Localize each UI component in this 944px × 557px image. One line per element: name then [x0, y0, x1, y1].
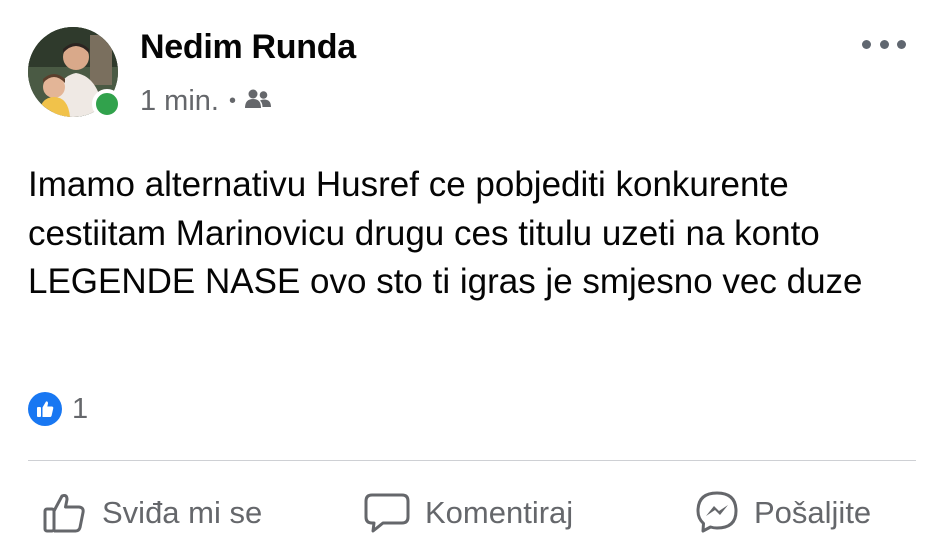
author-name[interactable]: Nedim Runda [140, 28, 356, 67]
post-card: Nedim Runda 1 min. • Imamo alternativu H… [0, 0, 944, 557]
messenger-icon [694, 490, 740, 536]
more-options-button[interactable] [862, 30, 906, 58]
post-body: Imamo alternativu Husref ce pobjediti ko… [28, 165, 863, 301]
online-status-indicator [92, 89, 122, 119]
more-dot-icon [879, 39, 889, 49]
reaction-summary[interactable]: 1 [28, 391, 88, 427]
send-label: Pošaljite [754, 495, 872, 530]
send-button[interactable]: Pošaljite [694, 488, 871, 538]
reaction-count: 1 [72, 392, 89, 425]
like-button[interactable]: Sviđa mi se [42, 488, 262, 538]
friends-icon[interactable] [244, 85, 272, 118]
comment-label: Komentiraj [425, 495, 574, 530]
post-meta: 1 min. • [140, 83, 272, 119]
post-time[interactable]: 1 min. [140, 85, 219, 118]
more-dot-icon [897, 39, 906, 49]
actions-divider [28, 460, 916, 461]
thumbs-up-icon [42, 491, 88, 535]
comment-button[interactable]: Komentiraj [363, 488, 573, 538]
like-reaction-icon [28, 392, 62, 426]
comment-bubble-icon [363, 491, 411, 535]
more-dot-icon [862, 39, 871, 49]
meta-separator: • [228, 89, 236, 112]
like-label: Sviđa mi se [102, 495, 263, 530]
